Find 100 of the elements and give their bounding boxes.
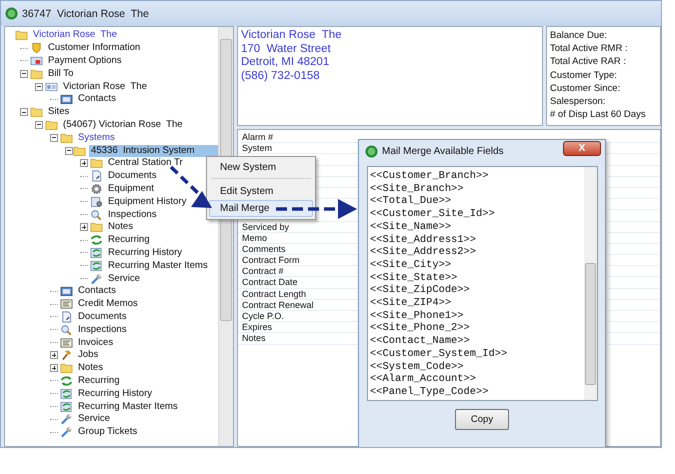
expander-box[interactable] (35, 120, 43, 129)
field-item[interactable]: <<Site_Address2>> (370, 246, 584, 259)
tree-item[interactable]: Service (76, 413, 112, 426)
field-item[interactable]: <<Site_Phone1>> (370, 310, 584, 322)
address-line: 170 Water Street (241, 42, 332, 56)
shield-icon (30, 42, 43, 54)
tree-item[interactable]: Jobs (76, 349, 100, 362)
address-book-icon (60, 285, 73, 298)
property-label: Expires (242, 322, 272, 332)
summary-label: Balance Due: (550, 29, 608, 42)
scrollbar[interactable] (584, 167, 597, 400)
folder-icon (45, 118, 58, 131)
tree-item[interactable]: Bill To (46, 68, 76, 80)
page-cycle-icon (60, 388, 73, 400)
field-item[interactable]: <<Site_State>> (370, 272, 584, 284)
receipt-icon (60, 298, 73, 310)
expander-box[interactable] (50, 364, 58, 372)
field-item[interactable]: <<Site_City>> (370, 258, 584, 272)
tree-item[interactable]: Notes (106, 221, 136, 234)
cycle-arrows-icon (90, 234, 103, 246)
tree-item[interactable]: 45336 Intrusion System (89, 144, 218, 157)
tree-item[interactable]: Documents (106, 170, 159, 182)
property-label: Notes (242, 333, 266, 344)
field-item[interactable]: <<Panel_Type_Code>> (370, 386, 584, 399)
field-item[interactable]: <<Site_Branch>> (370, 182, 584, 196)
document-icon (60, 310, 73, 323)
expander-box[interactable] (65, 146, 73, 155)
tree-item[interactable]: Sites (46, 106, 72, 118)
summary-label: # of Disp Last 60 Days (550, 108, 647, 122)
expander-box[interactable] (20, 70, 28, 78)
tree-item[interactable]: Documents (76, 310, 129, 323)
document-icon (90, 170, 103, 182)
tree-item[interactable]: Group Tickets (76, 426, 140, 438)
field-item[interactable]: <<Total_Due>> (370, 195, 584, 208)
tree-item[interactable]: Recurring Master Items (76, 400, 180, 412)
expander-box[interactable] (20, 108, 28, 116)
expander-box[interactable] (80, 223, 88, 232)
field-item[interactable]: <<Customer_Branch>> (370, 170, 584, 183)
tree-item[interactable]: Recurring (106, 234, 152, 246)
expander-box[interactable] (50, 134, 58, 142)
address-line: (586) 732-0158 (241, 70, 321, 84)
summary-label: Customer Type: (550, 68, 618, 82)
page-cycle-icon (90, 260, 103, 272)
expander-box[interactable] (80, 159, 88, 168)
copy-button[interactable]: Copy (455, 409, 509, 430)
property-label: Contract Renewal (242, 300, 314, 310)
field-item[interactable]: <<Contact_Name>> (370, 335, 584, 348)
tree-item[interactable]: Recurring History (106, 246, 184, 259)
receipt-icon (60, 336, 73, 349)
folder-icon (15, 29, 28, 42)
expander-box[interactable] (50, 351, 58, 360)
folder-icon (60, 362, 73, 374)
folder-icon (30, 68, 43, 80)
tree-item[interactable]: Contacts (76, 93, 118, 106)
tree-item[interactable]: Equipment (106, 182, 156, 195)
tree-item[interactable]: Contacts (76, 285, 118, 298)
menu-item[interactable]: Edit System (209, 183, 313, 200)
app-logo-icon (5, 7, 18, 20)
tree-item[interactable]: Payment Options (46, 54, 124, 67)
field-item[interactable]: <<Site_ZipCode>> (370, 284, 584, 298)
field-item[interactable]: <<System_Code>> (370, 360, 584, 374)
page-cycle-icon (60, 400, 73, 412)
property-label: Memo (242, 232, 268, 243)
tree-item[interactable]: Recurring Master Items (106, 260, 210, 272)
field-item[interactable]: <<Site_Address1>> (370, 234, 584, 246)
tree-item[interactable]: Systems (76, 132, 117, 144)
field-item[interactable]: <<Site_Name>> (370, 220, 584, 234)
tree-item[interactable]: Central Station Tr (106, 157, 185, 170)
tree-item[interactable]: Inspections (106, 208, 159, 221)
tree-item[interactable]: Customer Information (46, 42, 142, 54)
tree-item[interactable]: Recurring History (76, 388, 154, 400)
magnifier-icon (60, 324, 73, 336)
property-label: System (242, 143, 272, 154)
tree-item[interactable]: Inspections (76, 324, 129, 336)
property-label: Contract Date (242, 277, 298, 288)
menu-item[interactable]: Mail Merge (209, 200, 313, 217)
tree-item[interactable]: Notes (76, 362, 106, 374)
page-cycle-icon (90, 246, 103, 259)
tree-item[interactable]: Invoices (76, 336, 116, 349)
tree-item[interactable]: Victorian Rose The (31, 29, 119, 42)
folder-icon (60, 132, 73, 144)
tree-item[interactable]: (54067) Victorian Rose The (61, 118, 185, 131)
summary-label: Total Active RAR : (550, 55, 628, 69)
field-item[interactable]: <<Customer_Site_Id>> (370, 208, 584, 221)
tree-item[interactable]: Equipment History (106, 196, 188, 208)
field-item[interactable]: <<Customer_System_Id>> (370, 348, 584, 361)
field-item[interactable]: <<Site_Phone_2>> (370, 322, 584, 336)
field-item[interactable]: <<Site_ZIP4>> (370, 297, 584, 310)
property-label: Alarm # (242, 132, 274, 142)
cycle-arrows-icon (60, 374, 73, 387)
property-label: Contract Form (242, 255, 300, 266)
field-item[interactable]: <<Alarm_Account>> (370, 373, 584, 386)
wrench-icon (90, 272, 103, 285)
tree-item[interactable]: Credit Memos (76, 298, 140, 310)
tree-item[interactable]: Recurring (76, 374, 122, 387)
tree-item[interactable]: Victorian Rose The (61, 80, 149, 93)
menu-item[interactable]: New System (209, 159, 313, 176)
tree-item[interactable]: Service (106, 272, 142, 285)
card-icon (30, 54, 43, 67)
expander-box[interactable] (35, 82, 43, 91)
